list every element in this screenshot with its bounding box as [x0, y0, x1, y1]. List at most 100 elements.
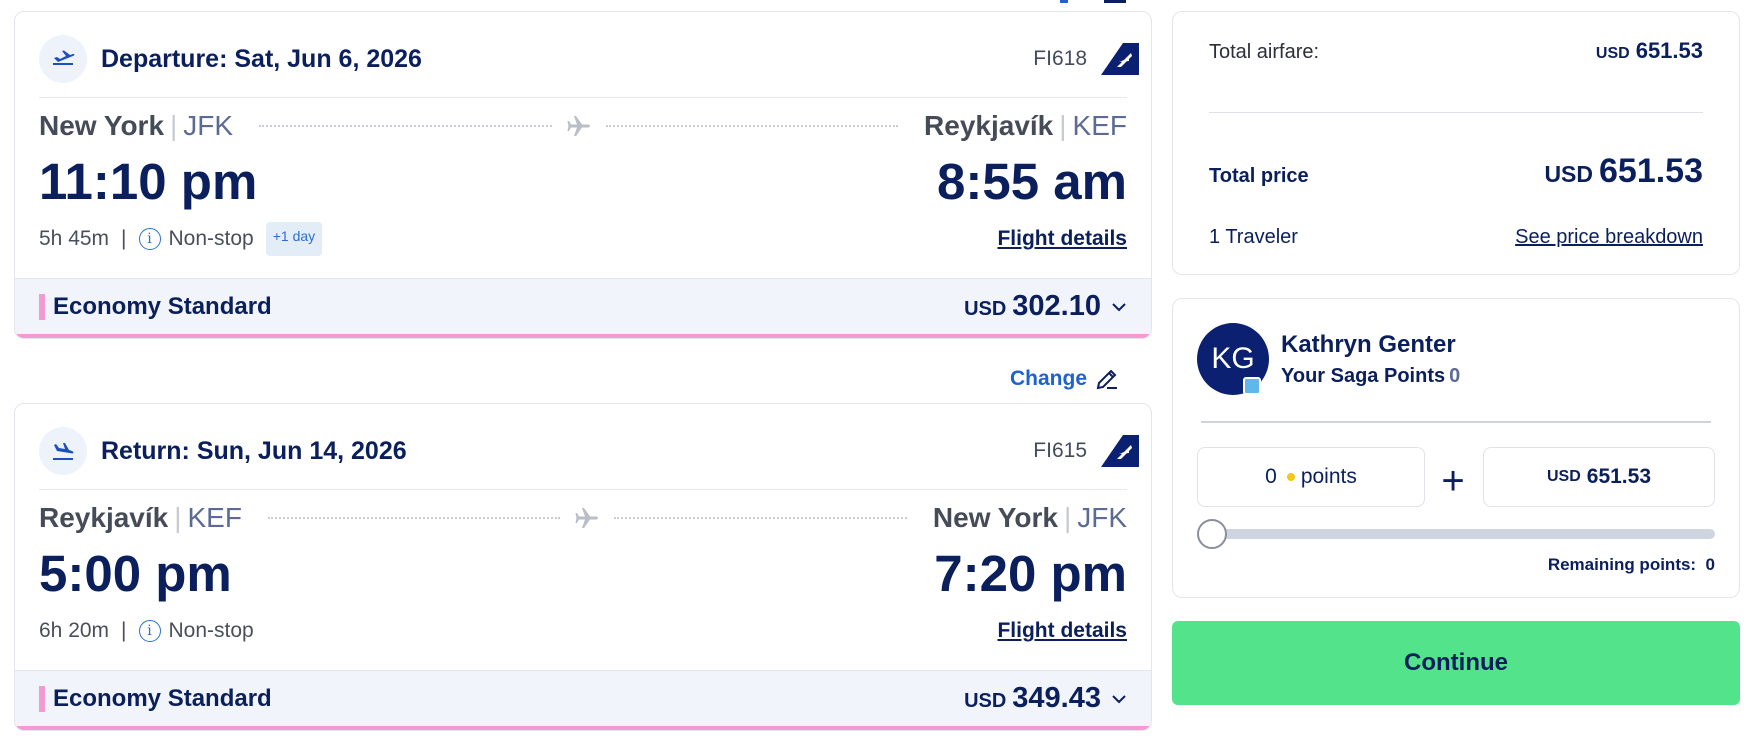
info-icon[interactable]: i [138, 620, 161, 642]
total-price-value: USD 651.53 [1544, 152, 1703, 191]
currency: USD [1595, 45, 1630, 62]
destination-city: New York [932, 502, 1058, 533]
top-edge-clipped-icons [1060, 0, 1126, 3]
user-name: Kathryn Genter [1281, 331, 1456, 358]
times-row: 11:10 pm 8:55 am [39, 152, 1127, 212]
saga-points-card: KG Kathryn Genter Your Saga Points 0 0 po… [1172, 298, 1740, 598]
divider [1201, 421, 1711, 423]
separator: | [1059, 110, 1067, 141]
divider [39, 489, 1127, 490]
route-row: Reykjavík | KEF New York | JFK [39, 501, 1127, 535]
fare-accent-bar [39, 293, 45, 320]
saga-points-line: Your Saga Points 0 [1281, 365, 1460, 388]
currency: USD [1544, 161, 1593, 187]
takeoff-icon [39, 35, 87, 83]
route-line [267, 505, 907, 531]
pencil-icon [1096, 369, 1118, 390]
day-offset-badge: +1 day [265, 222, 323, 256]
departure-time: 5:00 pm [39, 545, 232, 602]
fare-amount: 349.43 [1012, 682, 1101, 714]
price-summary-card: Total airfare: USD 651.53 Total price USD… [1172, 11, 1740, 275]
saga-points-value: 0 [1449, 365, 1461, 387]
plane-icon [567, 116, 590, 136]
flight-number: FI618 [1033, 47, 1087, 70]
fare-price: USD 349.43 [964, 682, 1101, 715]
fare-price: USD 302.10 [964, 290, 1101, 323]
fare-name: Economy Standard [53, 684, 272, 712]
total-airfare-row: Total airfare: USD 651.53 [1209, 38, 1703, 64]
plane-icon [575, 508, 599, 528]
flight-meta: 6h 20m | i Non-stop Flight details [39, 612, 1127, 650]
departure-header: Departure: Sat, Jun 6, 2026 FI618 [39, 34, 1139, 84]
total-airfare-label: Total airfare: [1209, 41, 1320, 63]
travelers-row: 1 Traveler See price breakdown [1209, 226, 1703, 249]
points-slider-track[interactable] [1209, 529, 1715, 539]
flight-details-link[interactable]: Flight details [997, 619, 1127, 643]
cash-amount: 651.53 [1586, 465, 1651, 488]
origin-code: JFK [183, 110, 234, 141]
change-label: Change [1010, 367, 1088, 390]
airline-logo-icon [1101, 435, 1139, 467]
stops: Non-stop [168, 619, 254, 642]
stops: Non-stop [168, 227, 254, 250]
points-dot-icon [1286, 473, 1295, 481]
continue-label: Continue [1404, 649, 1508, 676]
divider [1209, 112, 1703, 113]
departure-flight-card: Departure: Sat, Jun 6, 2026 FI618 New Yo… [14, 11, 1152, 339]
total-price-label: Total price [1209, 165, 1309, 187]
separator: | [121, 619, 127, 642]
cash-amount-box[interactable]: USD 651.53 [1483, 447, 1715, 507]
route-line [259, 113, 899, 139]
origin-city: New York [39, 110, 165, 141]
chevron-down-icon[interactable] [1111, 302, 1127, 312]
saga-points-label: Your Saga Points [1281, 365, 1446, 387]
duration: 5h 45m [39, 227, 110, 250]
destination-code: KEF [1072, 110, 1127, 141]
return-flight-card: Return: Sun, Jun 14, 2026 FI615 Reykjaví… [14, 403, 1152, 731]
amount: 651.53 [1599, 152, 1703, 190]
remaining-points: Remaining points: 0 [1547, 555, 1715, 574]
continue-button[interactable]: Continue [1172, 621, 1740, 705]
flight-details-link[interactable]: Flight details [997, 227, 1127, 251]
currency: USD [1546, 468, 1581, 485]
separator: | [170, 110, 178, 141]
points-unit: points [1300, 465, 1357, 488]
departure-time: 11:10 pm [39, 153, 258, 210]
total-airfare-value: USD 651.53 [1596, 38, 1703, 64]
fare-currency: USD [964, 690, 1007, 712]
duration: 6h 20m [39, 619, 110, 642]
flight-meta: 5h 45m | i Non-stop +1 day Flight detail… [39, 220, 1127, 258]
chevron-down-icon[interactable] [1111, 694, 1127, 704]
points-input[interactable]: 0 points [1197, 447, 1425, 507]
landing-icon [39, 427, 87, 475]
origin-city: Reykjavík [39, 502, 169, 533]
change-button[interactable]: Change [1010, 363, 1130, 395]
departure-title: Departure: Sat, Jun 6, 2026 [101, 44, 422, 73]
points-value: 0 [1265, 465, 1277, 488]
flight-number: FI615 [1033, 439, 1087, 462]
return-header: Return: Sun, Jun 14, 2026 FI615 [39, 426, 1139, 476]
info-icon[interactable]: i [138, 228, 161, 250]
arrival-time: 8:55 am [937, 153, 1127, 210]
separator: | [121, 227, 127, 250]
fare-row[interactable]: Economy Standard USD 349.43 [15, 670, 1151, 730]
total-price-row: Total price USD 651.53 [1209, 152, 1703, 191]
destination-code: JFK [1077, 502, 1127, 533]
route-row: New York | JFK Reykjavík | KEF [39, 109, 1127, 143]
return-title: Return: Sun, Jun 14, 2026 [101, 436, 407, 465]
times-row: 5:00 pm 7:20 pm [39, 544, 1127, 604]
fare-accent-bar [39, 685, 45, 712]
fare-name: Economy Standard [53, 292, 272, 320]
see-price-breakdown-link[interactable]: See price breakdown [1515, 226, 1703, 249]
separator: | [174, 502, 182, 533]
origin-code: KEF [187, 502, 242, 533]
separator: | [1063, 502, 1072, 533]
points-slider-handle[interactable] [1197, 519, 1227, 549]
amount: 651.53 [1635, 38, 1703, 63]
membership-badge-icon [1243, 377, 1261, 395]
travelers-count: 1 Traveler [1209, 226, 1298, 248]
fare-currency: USD [964, 298, 1007, 320]
plus-icon: + [1441, 459, 1465, 503]
fare-row[interactable]: Economy Standard USD 302.10 [15, 278, 1151, 338]
fare-amount: 302.10 [1012, 290, 1101, 322]
